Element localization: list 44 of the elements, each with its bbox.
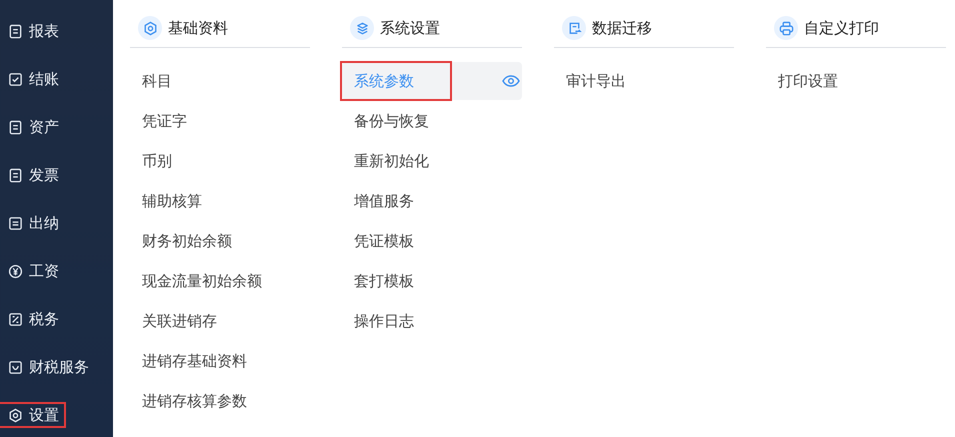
document-icon — [8, 120, 23, 134]
sidebar-item[interactable]: 发票 — [0, 163, 65, 187]
printer-icon — [778, 20, 794, 36]
yen-icon — [8, 264, 23, 278]
menu-item[interactable]: 凭证模板 — [342, 222, 522, 260]
menu-item[interactable]: 打印设置 — [766, 62, 946, 100]
sidebar-item[interactable]: 结账 — [0, 67, 65, 91]
menu-item[interactable]: 操作日志 — [342, 302, 522, 340]
menu-item[interactable]: 审计导出 — [554, 62, 734, 100]
percent-icon — [8, 312, 23, 326]
document-icon — [8, 168, 23, 182]
menu-item[interactable]: 凭证字 — [130, 102, 310, 140]
sidebar-item[interactable]: 税务 — [0, 307, 65, 331]
menu-item[interactable]: 辅助核算 — [130, 182, 310, 220]
layers-icon — [354, 20, 370, 36]
menu-item[interactable]: 现金流量初始余额 — [130, 262, 310, 300]
column-title: 系统设置 — [380, 18, 440, 39]
menu-item[interactable]: 财务初始余额 — [130, 222, 310, 260]
document-icon — [8, 216, 23, 230]
document-icon — [8, 360, 23, 374]
column-title: 基础资料 — [168, 18, 228, 39]
sidebar-item[interactable]: 设置 — [0, 403, 65, 427]
sidebar-item[interactable]: 出纳 — [0, 211, 65, 235]
sidebar-item[interactable]: 报表 — [0, 19, 65, 43]
menu-item[interactable]: 套打模板 — [342, 262, 522, 300]
column-title: 自定义打印 — [804, 18, 879, 39]
menu-item[interactable]: 关联进销存 — [130, 302, 310, 340]
column-title: 数据迁移 — [592, 18, 652, 39]
menu-item[interactable]: 增值服务 — [342, 182, 522, 220]
menu-item[interactable]: 备份与恢复 — [342, 102, 522, 140]
menu-item[interactable]: 科目 — [130, 62, 310, 100]
menu-item[interactable]: 重新初始化 — [342, 142, 522, 180]
eye-icon[interactable] — [502, 75, 520, 87]
settings-icon — [8, 408, 23, 422]
checklist-icon — [8, 72, 23, 86]
settings-icon — [142, 20, 158, 36]
menu-item[interactable]: 进销存核算参数 — [130, 382, 310, 420]
menu-item[interactable]: 币别 — [130, 142, 310, 180]
document-icon — [8, 24, 23, 38]
sidebar-item[interactable]: 资产 — [0, 115, 65, 139]
export-icon — [566, 20, 582, 36]
sidebar-item[interactable]: 工资 — [0, 259, 65, 283]
menu-item[interactable]: 进销存基础资料 — [130, 342, 310, 380]
sidebar-item[interactable]: 财税服务 — [0, 355, 95, 379]
